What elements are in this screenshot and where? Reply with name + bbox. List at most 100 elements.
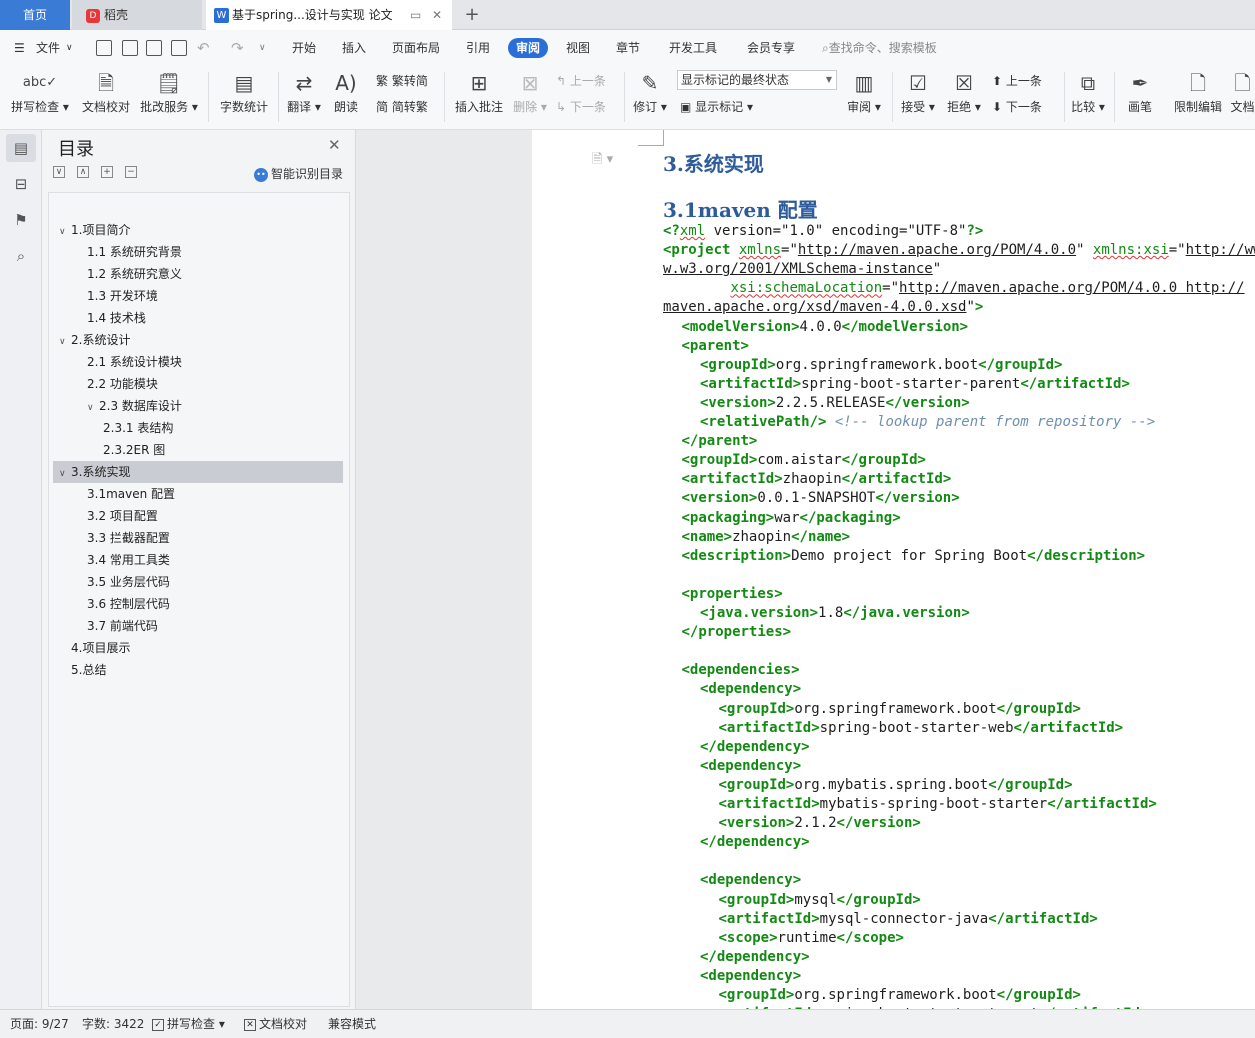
status-spell-check[interactable]: ✓ 拼写检查 ▾ [152, 1010, 225, 1038]
paragraph-layout-icon[interactable]: 🗎 ▾ [592, 150, 613, 172]
menu-member[interactable]: 会员专享 [747, 30, 795, 66]
status-doc-proof[interactable]: ✕ 文档校对 [244, 1010, 307, 1038]
menu-insert[interactable]: 插入 [342, 30, 366, 66]
toc-item[interactable]: 1.3 开发环境 [49, 285, 349, 307]
menu-chapter[interactable]: 章节 [616, 30, 640, 66]
toc-item[interactable]: ∨ 1.项目简介 [49, 219, 349, 241]
menu-review[interactable]: 审阅 [508, 38, 549, 58]
remove-heading-icon[interactable]: − [125, 166, 137, 178]
toc-list: ∨ 1.项目简介 1.1 系统研究背景 1.2 系统研究意义 1.3 开发环境 1.4 技… [48, 192, 350, 1007]
code-line: <version>0.0.1-SNAPSHOT</version> [682, 489, 960, 508]
pen-button[interactable]: ✒ 画笔 [1120, 66, 1160, 126]
doc-proof-button[interactable]: 🗎 文档校对 [78, 66, 134, 126]
document-rights-button[interactable]: 🗋 文档 [1230, 66, 1255, 126]
toc-item[interactable]: 3.7 前端代码 [49, 615, 349, 637]
menu-developer[interactable]: 开发工具 [669, 30, 717, 66]
previous-change-button[interactable]: ⬆ 上一条 [992, 70, 1042, 92]
toc-item[interactable]: 2.3.1 表结构 [49, 417, 349, 439]
toc-item[interactable]: 2.3.2ER 图 [49, 439, 349, 461]
code-token: </properties> [681, 624, 792, 641]
spell-check-button[interactable]: abc✓ 拼写检查 ▾ [8, 66, 72, 126]
expand-caret-icon[interactable]: ∨ [59, 463, 71, 485]
toc-item[interactable]: 1.1 系统研究背景 [49, 241, 349, 263]
chapter-nav-icon[interactable]: ⊟ [6, 170, 36, 198]
read-aloud-button[interactable]: A) 朗读 [328, 66, 364, 126]
bookmark-icon[interactable]: ⚑ [6, 206, 36, 234]
translate-button[interactable]: ⇄ 翻译 ▾ [284, 66, 324, 126]
toc-item[interactable]: 3.3 拦截器配置 [49, 527, 349, 549]
find-icon[interactable]: ⌕ [6, 242, 36, 270]
hamburger-icon[interactable]: ☰ [14, 30, 25, 66]
collapse-all-icon[interactable]: ∨ [53, 166, 65, 178]
code-line: <name>zhaopin</name> [682, 528, 851, 547]
insert-comment-button[interactable]: ⊞ 插入批注 [450, 66, 508, 126]
float-window-icon[interactable]: ▭ [410, 0, 421, 30]
code-token: <dependency> [700, 872, 802, 889]
undo-icon[interactable]: ↶ [197, 30, 210, 66]
menu-start[interactable]: 开始 [292, 30, 316, 66]
expand-caret-icon[interactable]: ∨ [59, 331, 71, 353]
restrict-editing-button[interactable]: 🗋 限制编辑 [1168, 66, 1228, 126]
smart-toc-button[interactable]: •• 智能识别目录 [254, 165, 343, 182]
toc-item[interactable]: ∨ 2.系统设计 [49, 329, 349, 351]
chevron-down-icon[interactable]: ∨ [66, 30, 73, 66]
tab-daoke[interactable]: D 稻壳 [72, 0, 202, 30]
markup-state-select[interactable]: 显示标记的最终状态 ▼ [677, 70, 837, 90]
toc-item[interactable]: 1.4 技术栈 [49, 307, 349, 329]
save-icon[interactable] [96, 40, 112, 56]
toc-item[interactable]: ∨ 2.3 数据库设计 [49, 395, 349, 417]
next-comment-button[interactable]: ↳ 下一条 [556, 96, 606, 118]
tab-home[interactable]: 首页 [0, 0, 70, 30]
page-indicator[interactable]: 页面: 9/27 [10, 1010, 69, 1038]
close-tab-icon[interactable]: ✕ [432, 0, 442, 30]
add-heading-icon[interactable]: + [101, 166, 113, 178]
tab-document[interactable]: W 基于spring...设计与实现 论文 ▭ ✕ [206, 0, 452, 30]
close-icon[interactable]: ✕ [328, 136, 341, 154]
expand-caret-icon[interactable]: ∨ [59, 221, 71, 243]
menu-file[interactable]: 文件 [36, 30, 60, 66]
word-count-button[interactable]: ▤ 字数统计 [216, 66, 272, 126]
toc-item[interactable]: 3.6 控制层代码 [49, 593, 349, 615]
code-line: <properties> [682, 585, 783, 604]
print-icon[interactable] [146, 40, 162, 56]
toc-item[interactable]: 5.总结 [49, 659, 349, 681]
revise-service-button[interactable]: 🗒 批改服务 ▾ [138, 66, 200, 126]
outline-icon[interactable]: ▤ [6, 134, 36, 162]
previous-comment-button[interactable]: ↰ 上一条 [556, 70, 606, 92]
toc-item[interactable]: 4.项目展示 [49, 637, 349, 659]
menu-references[interactable]: 引用 [466, 30, 490, 66]
menu-view[interactable]: 视图 [566, 30, 590, 66]
reject-button[interactable]: ☒ 拒绝 ▾ [944, 66, 984, 126]
track-changes-button[interactable]: ✎ 修订 ▾ [630, 66, 670, 126]
show-markup-button[interactable]: ▣ 显示标记 ▾ [680, 96, 753, 118]
toc-item[interactable]: 2.1 系统设计模块 [49, 351, 349, 373]
toc-item[interactable]: 3.2 项目配置 [49, 505, 349, 527]
toc-item[interactable]: 2.2 功能模块 [49, 373, 349, 395]
toc-item[interactable]: 3.4 常用工具类 [49, 549, 349, 571]
toc-item[interactable]: 3.5 业务层代码 [49, 571, 349, 593]
code-token: <groupId> [700, 356, 776, 373]
toc-item[interactable]: 1.2 系统研究意义 [49, 263, 349, 285]
accept-button[interactable]: ☑ 接受 ▾ [898, 66, 938, 126]
revise-service-icon: 🗒 [156, 71, 182, 95]
review-pane-button[interactable]: ▥ 审阅 ▾ [844, 66, 884, 126]
delete-comment-button[interactable]: ⊠ 删除 ▾ [510, 66, 550, 126]
document-page[interactable]: 🗎 ▾ 3.系统实现 3.1maven 配置 <?xml version="1.… [532, 130, 1255, 1009]
print-preview-icon[interactable] [171, 40, 187, 56]
quick-access-more-icon[interactable]: ∨ [259, 30, 266, 66]
toc-item[interactable]: 3.1maven 配置 [49, 483, 349, 505]
traditional-to-simplified-button[interactable]: 繁 繁转简 [376, 70, 428, 92]
new-tab-button[interactable]: + [460, 0, 484, 30]
simplified-to-traditional-button[interactable]: 简 简转繁 [376, 96, 428, 118]
compare-button[interactable]: ⧉ 比较 ▾ [1068, 66, 1108, 126]
menu-page-layout[interactable]: 页面布局 [392, 30, 440, 66]
redo-icon[interactable]: ↷ [231, 30, 244, 66]
expand-caret-icon[interactable]: ∨ [87, 397, 99, 419]
word-count-indicator[interactable]: 字数: 3422 [82, 1010, 144, 1038]
expand-up-icon[interactable]: ∧ [77, 166, 89, 178]
next-change-button[interactable]: ⬇ 下一条 [992, 96, 1042, 118]
command-search[interactable]: ⌕查找命令、搜索模板 [822, 30, 937, 66]
toc-item-label: 3.2 项目配置 [87, 509, 158, 523]
toc-item[interactable]: ∨ 3.系统实现 [53, 461, 343, 483]
export-pdf-icon[interactable] [122, 40, 138, 56]
